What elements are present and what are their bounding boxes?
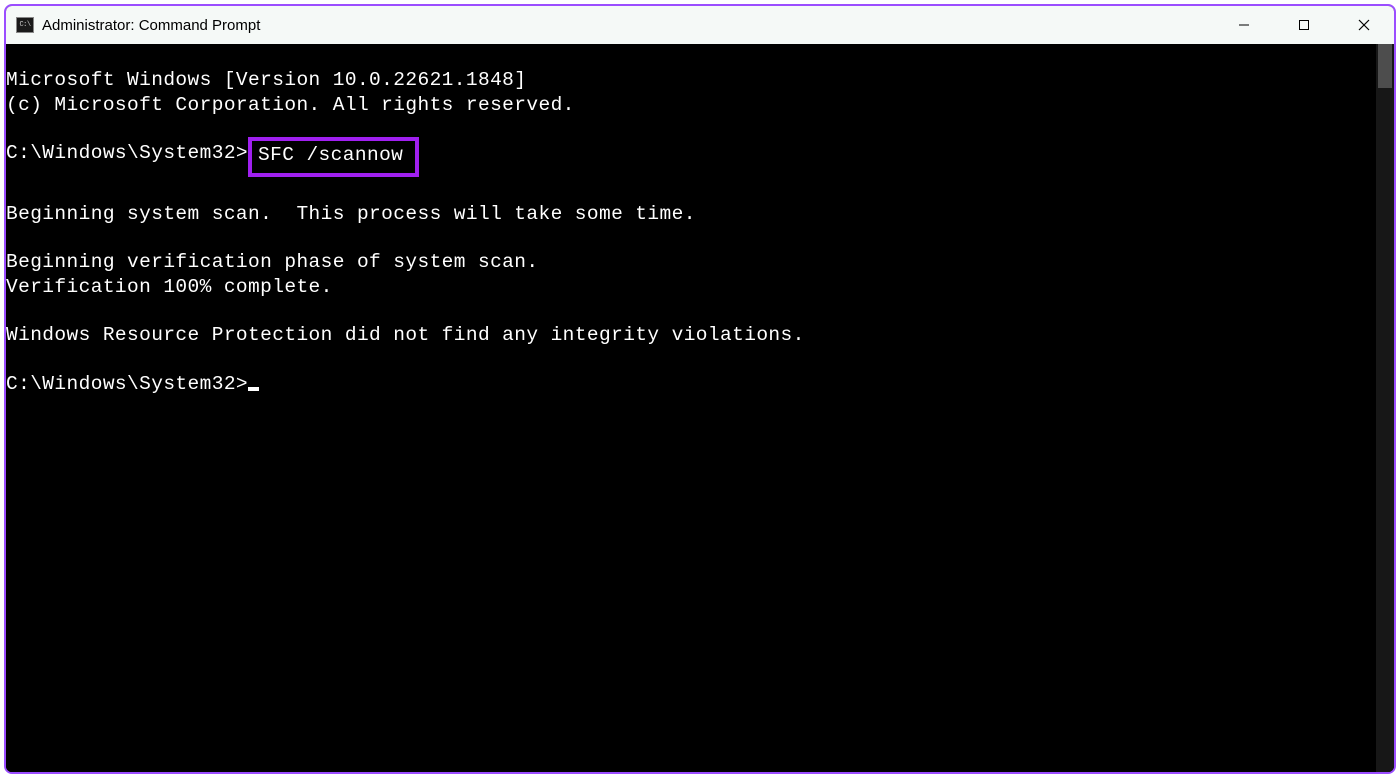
blank-line bbox=[6, 348, 1376, 372]
cmd-icon: C:\ bbox=[16, 17, 34, 33]
output-line: Beginning verification phase of system s… bbox=[6, 250, 1376, 274]
cursor bbox=[248, 387, 259, 391]
command-highlight: SFC /scannow bbox=[248, 137, 419, 177]
blank-line bbox=[6, 226, 1376, 250]
blank-line bbox=[6, 117, 1376, 141]
prompt-path: C:\Windows\System32> bbox=[6, 373, 248, 395]
output-line: Verification 100% complete. bbox=[6, 275, 1376, 299]
command-prompt-window: C:\ Administrator: Command Prompt bbox=[4, 4, 1396, 774]
prompt-line: C:\Windows\System32> SFC /scannow bbox=[6, 141, 1376, 177]
titlebar[interactable]: C:\ Administrator: Command Prompt bbox=[6, 6, 1394, 44]
window-title: Administrator: Command Prompt bbox=[42, 17, 1214, 34]
terminal-area: Microsoft Windows [Version 10.0.22621.18… bbox=[6, 44, 1394, 772]
minimize-icon bbox=[1238, 19, 1250, 31]
blank-line bbox=[6, 177, 1376, 201]
close-icon bbox=[1358, 19, 1370, 31]
window-controls bbox=[1214, 6, 1394, 44]
scrollbar-thumb[interactable] bbox=[1378, 44, 1392, 88]
output-line: Microsoft Windows [Version 10.0.22621.18… bbox=[6, 68, 1376, 92]
terminal-output[interactable]: Microsoft Windows [Version 10.0.22621.18… bbox=[6, 44, 1376, 772]
prompt-line: C:\Windows\System32> bbox=[6, 372, 1376, 396]
output-line: (c) Microsoft Corporation. All rights re… bbox=[6, 93, 1376, 117]
output-line: Beginning system scan. This process will… bbox=[6, 202, 1376, 226]
prompt-path: C:\Windows\System32> bbox=[6, 141, 248, 165]
close-button[interactable] bbox=[1334, 6, 1394, 44]
scrollbar-track[interactable] bbox=[1376, 44, 1394, 772]
maximize-icon bbox=[1298, 19, 1310, 31]
output-line: Windows Resource Protection did not find… bbox=[6, 323, 1376, 347]
maximize-button[interactable] bbox=[1274, 6, 1334, 44]
entered-command: SFC /scannow bbox=[258, 144, 403, 166]
blank-line bbox=[6, 299, 1376, 323]
minimize-button[interactable] bbox=[1214, 6, 1274, 44]
